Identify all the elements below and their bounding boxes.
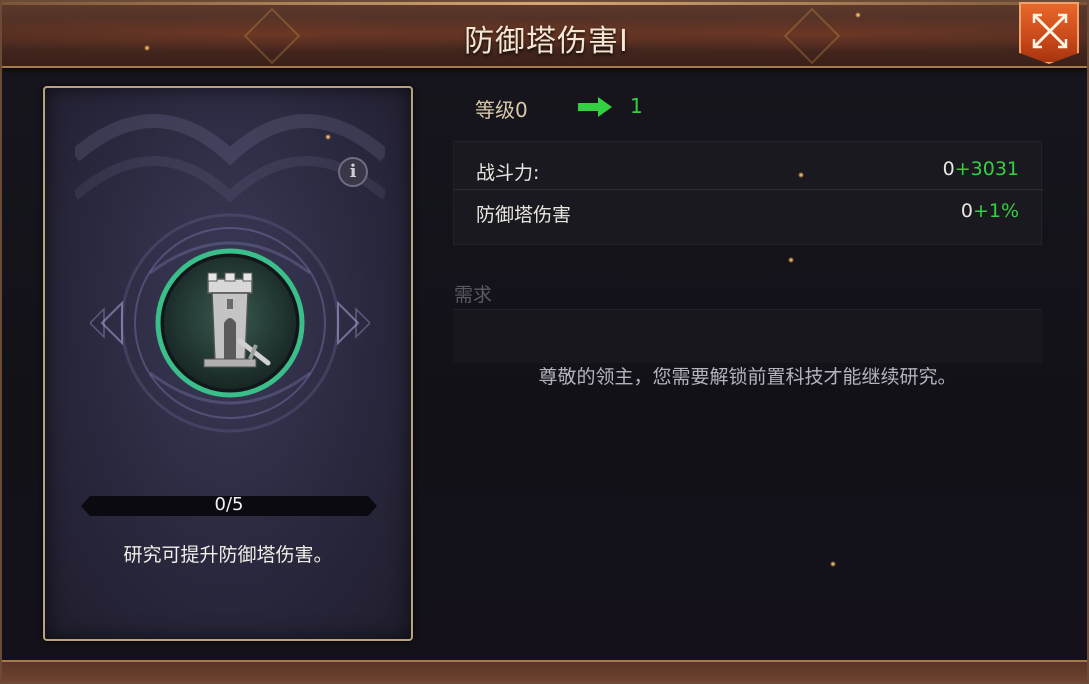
sparkle xyxy=(144,45,150,51)
info-icon[interactable]: i xyxy=(338,157,368,187)
requirements-panel xyxy=(453,309,1042,363)
page-title: 防御塔伤害I xyxy=(464,24,629,59)
stats-panel: 战斗力: 0+3031 防御塔伤害 0+1% xyxy=(453,141,1043,245)
stat-value: 0+3031 xyxy=(943,158,1019,180)
sparkle xyxy=(325,134,331,140)
level-next: 1 xyxy=(630,94,643,118)
research-window: 防御塔伤害I i 0/5 研究可提升防御塔伤害。 等级0 1 战斗力: 0+30… xyxy=(0,0,1089,684)
stat-label: 防御塔伤害 xyxy=(476,204,572,226)
stat-row-tower-damage: 防御塔伤害 0+1% xyxy=(454,192,1043,232)
research-card: i 0/5 研究可提升防御塔伤害。 xyxy=(43,86,413,641)
stat-base: 0 xyxy=(960,200,973,222)
close-button[interactable] xyxy=(1019,2,1079,64)
tech-emblem xyxy=(88,213,372,433)
footer-bar xyxy=(2,660,1087,682)
defense-tower-icon xyxy=(88,213,372,433)
sparkle xyxy=(798,172,804,178)
card-ornament xyxy=(75,114,385,203)
header-banner: 防御塔伤害I xyxy=(2,2,1087,68)
stat-base: 0 xyxy=(942,158,955,180)
stat-bonus: +1% xyxy=(972,200,1019,222)
level-current: 等级0 xyxy=(475,98,528,122)
arrow-right-icon xyxy=(578,97,612,117)
sparkle xyxy=(855,12,861,18)
requirements-message: 尊敬的领主，您需要解锁前置科技才能继续研究。 xyxy=(538,366,957,388)
stat-value: 0+1% xyxy=(961,200,1019,222)
sparkle xyxy=(788,257,794,263)
research-progress-text: 0/5 xyxy=(214,494,244,515)
close-cross-icon xyxy=(1032,13,1068,49)
research-description: 研究可提升防御塔伤害。 xyxy=(123,544,333,566)
requirements-heading: 需求 xyxy=(454,284,493,306)
stat-bonus: +3031 xyxy=(954,158,1019,180)
stat-label: 战斗力: xyxy=(476,162,540,184)
stat-row-power: 战斗力: 0+3031 xyxy=(454,150,1043,190)
sparkle xyxy=(830,561,836,567)
